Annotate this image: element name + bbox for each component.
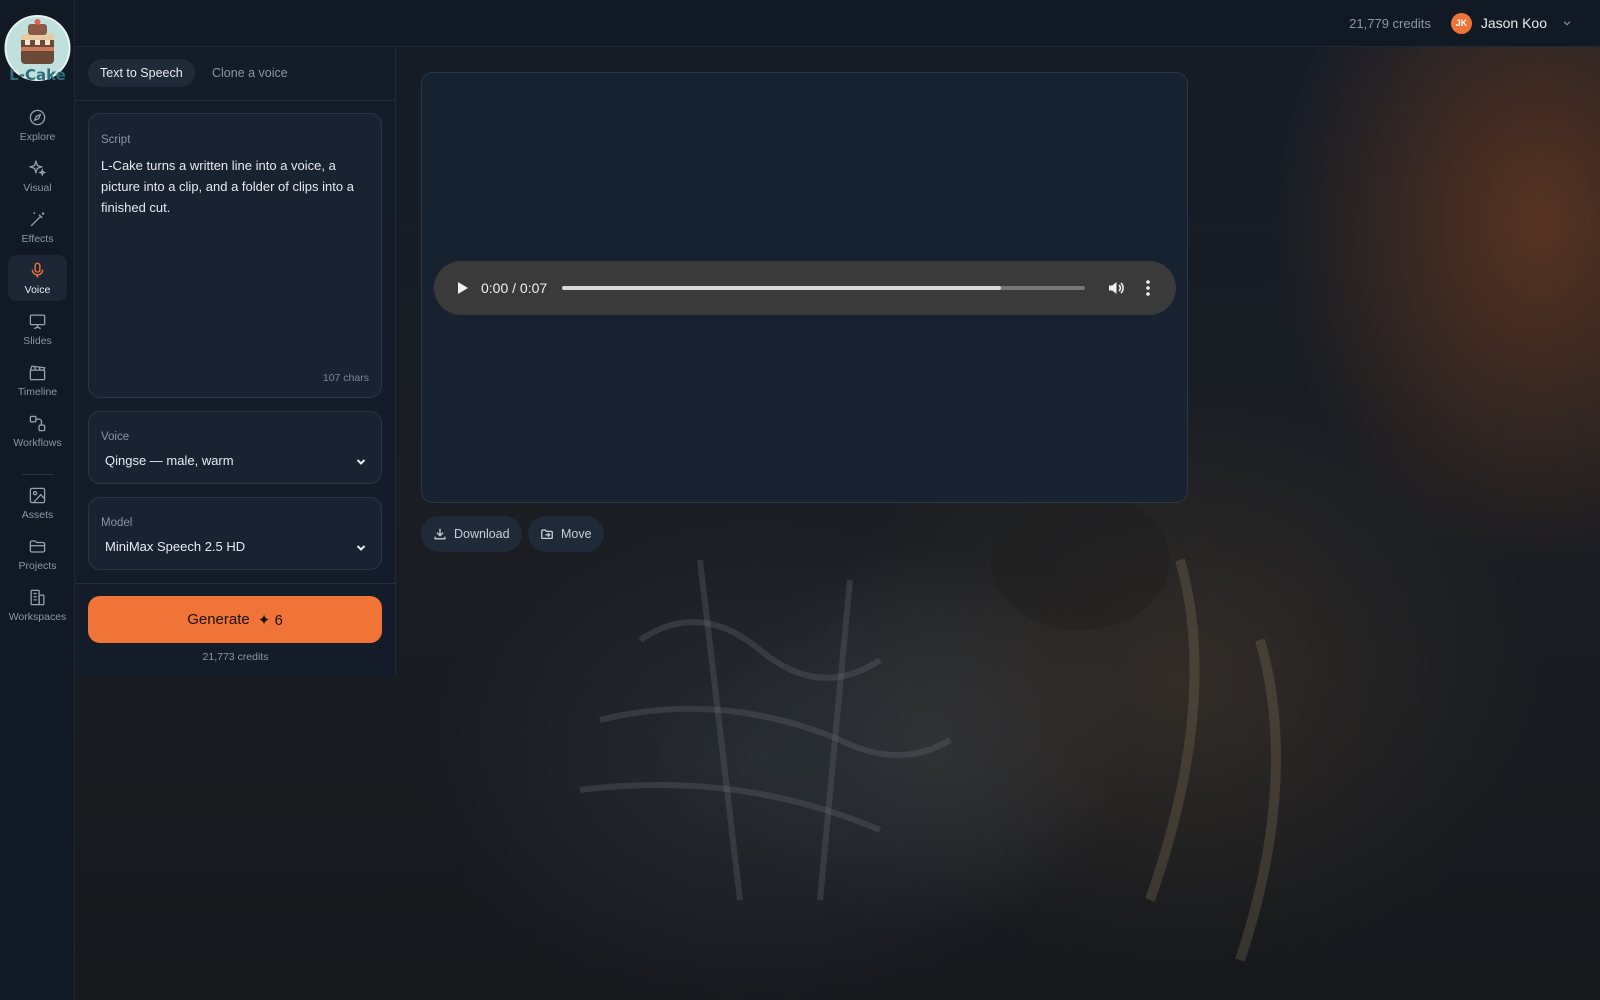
- sidebar-item-label: Assets: [21, 508, 54, 521]
- playback-time: 0:00 / 0:07: [481, 280, 548, 296]
- panel-divider: [75, 583, 396, 584]
- sidebar-item-label: Workflows: [13, 436, 62, 449]
- sidebar-item-timeline[interactable]: Timeline: [8, 357, 67, 403]
- generate-cost: ✦ 6: [257, 611, 283, 629]
- folder-icon: [29, 539, 46, 553]
- sidebar-item-workflows[interactable]: Workflows: [8, 408, 67, 454]
- folder-move-icon: [541, 529, 553, 540]
- voice-label: Voice: [101, 431, 130, 443]
- sidebar-item-label: Projects: [18, 559, 57, 572]
- more-options-icon[interactable]: [1142, 278, 1154, 298]
- voice-panel: Text to Speech Clone a voice Script L-Ca…: [75, 47, 396, 677]
- generate-button[interactable]: Generate ✦ 6: [88, 596, 382, 643]
- images-icon: [29, 487, 46, 503]
- sidebar-item-label: Slides: [23, 334, 52, 347]
- script-textarea[interactable]: Script L-Cake turns a written line into …: [88, 113, 382, 398]
- voice-select[interactable]: Voice Qingse — male, warm: [88, 411, 382, 484]
- char-count: 107 chars: [322, 372, 369, 384]
- move-button[interactable]: Move: [528, 516, 604, 552]
- sparkles-icon: [28, 158, 47, 177]
- avatar: JK: [1450, 12, 1472, 34]
- sidebar-divider: [22, 474, 54, 475]
- app-logo[interactable]: L-Cake: [4, 12, 71, 88]
- sidebar-item-explore[interactable]: Explore: [8, 102, 67, 148]
- sidebar-item-slides[interactable]: Slides: [8, 306, 67, 352]
- sidebar-item-label: Explore: [19, 130, 56, 143]
- sidebar-item-effects[interactable]: Effects: [8, 204, 67, 250]
- workflow-icon: [29, 415, 46, 431]
- chevron-down-icon: [356, 545, 366, 551]
- download-button[interactable]: Download: [421, 516, 522, 552]
- script-label: Script: [101, 134, 131, 146]
- move-label: Move: [561, 527, 592, 541]
- tab-text-to-speech[interactable]: Text to Speech: [88, 59, 195, 87]
- chevron-down-icon: [356, 459, 366, 465]
- clapperboard-icon: [29, 364, 46, 380]
- magic-wand-icon: [30, 211, 45, 226]
- progress-fill: [562, 286, 1002, 290]
- sidebar-item-visual[interactable]: Visual: [8, 153, 67, 199]
- credits-balance: 21,779 credits: [1349, 15, 1431, 31]
- model-label: Model: [101, 517, 133, 529]
- model-value: MiniMax Speech 2.5 HD: [105, 539, 246, 554]
- playback-progress[interactable]: [562, 286, 1085, 290]
- tab-clone-voice[interactable]: Clone a voice: [200, 59, 300, 87]
- play-icon[interactable]: [453, 279, 471, 297]
- panel-tabs: Text to Speech Clone a voice: [75, 47, 396, 101]
- volume-icon[interactable]: [1106, 278, 1126, 298]
- microphone-icon: [31, 262, 44, 278]
- audio-player: 0:00 / 0:07: [434, 261, 1176, 315]
- logo-text: L-Cake: [9, 66, 66, 84]
- compass-icon: [29, 109, 46, 125]
- buildings-icon: [30, 589, 45, 605]
- script-text[interactable]: L-Cake turns a written line into a voice…: [101, 155, 373, 218]
- model-select[interactable]: Model MiniMax Speech 2.5 HD: [88, 497, 382, 570]
- sidebar-item-label: Effects: [21, 232, 54, 245]
- sidebar-item-label: Voice: [24, 283, 51, 296]
- sidebar-item-label: Visual: [23, 181, 52, 194]
- sidebar-item-projects[interactable]: Projects: [8, 531, 67, 577]
- sidebar-item-voice[interactable]: Voice: [8, 255, 67, 301]
- voice-value: Qingse — male, warm: [105, 453, 234, 468]
- audio-preview: 0:00 / 0:07: [421, 72, 1188, 503]
- sidebar-item-label: Workspaces: [8, 610, 67, 623]
- download-label: Download: [454, 527, 510, 541]
- sidebar-item-workspaces[interactable]: Workspaces: [8, 582, 67, 628]
- presentation-icon: [29, 314, 46, 329]
- topbar: 21,779 credits JK Jason Koo: [75, 0, 1600, 47]
- user-name: Jason Koo: [1480, 15, 1547, 31]
- sidebar-item-assets[interactable]: Assets: [8, 480, 67, 526]
- download-icon: [434, 528, 446, 540]
- chevron-down-icon: [1563, 21, 1571, 26]
- credits-after-generate: 21,773 credits: [202, 651, 269, 663]
- sidebar-item-label: Timeline: [17, 385, 58, 398]
- generate-label: Generate: [187, 611, 250, 628]
- user-menu[interactable]: JK Jason Koo: [1450, 12, 1572, 34]
- sidebar: L-Cake Explore Visual Effects Voice Slid…: [0, 0, 75, 1000]
